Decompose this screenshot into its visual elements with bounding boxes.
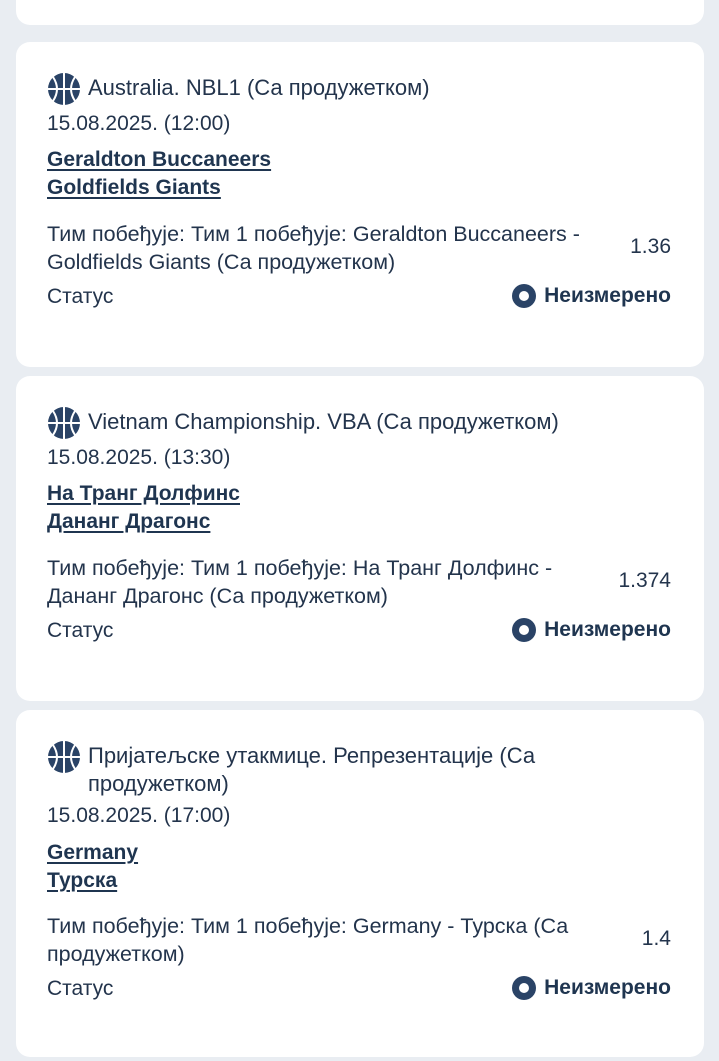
team-1-link[interactable]: Geraldton Buccaneers bbox=[47, 148, 271, 172]
bet-card: Vietnam Championship. VBA (Са продужетко… bbox=[16, 376, 704, 701]
status-label: Статус bbox=[47, 977, 114, 1000]
pending-circle-icon bbox=[512, 618, 537, 642]
league-name: Vietnam Championship. VBA (Са продужетко… bbox=[88, 409, 559, 434]
league-name: Australia. NBL1 (Са продужетком) bbox=[88, 75, 430, 100]
team-1-link[interactable]: На Транг Долфинс bbox=[47, 482, 240, 506]
league-name: Пријатељске утакмице. Репрезентације (Са… bbox=[88, 743, 536, 796]
pending-circle-icon bbox=[512, 976, 537, 1000]
status-value: Неизмерено bbox=[512, 618, 671, 642]
basketball-icon bbox=[48, 73, 80, 105]
previous-bet-card bbox=[16, 0, 704, 25]
market-description: Тим побеђује: Тим 1 побеђује: На Транг Д… bbox=[47, 556, 553, 608]
team-1-link[interactable]: Germany bbox=[47, 841, 138, 865]
status-text: Неизмерено bbox=[544, 976, 671, 999]
match-datetime: 15.08.2025. (12:00) bbox=[47, 112, 231, 135]
basketball-icon bbox=[48, 407, 80, 439]
match-datetime: 15.08.2025. (17:00) bbox=[47, 804, 231, 827]
status-text: Неизмерено bbox=[544, 284, 671, 307]
market-description: Тим побеђује: Тим 1 побеђује: Germany - … bbox=[47, 914, 569, 966]
status-value: Неизмерено bbox=[512, 976, 671, 1000]
team-2-link[interactable]: Дананг Драгонс bbox=[47, 510, 210, 534]
basketball-icon bbox=[48, 741, 80, 773]
league-row: Пријатељске утакмице. Репрезентације (Са… bbox=[47, 740, 684, 798]
odd-value: 1.36 bbox=[630, 235, 671, 258]
team-2-link[interactable]: Goldfields Giants bbox=[47, 176, 221, 200]
pending-circle-icon bbox=[512, 284, 537, 308]
odd-value: 1.374 bbox=[618, 569, 671, 592]
match-datetime: 15.08.2025. (13:30) bbox=[47, 446, 231, 469]
status-label: Статус bbox=[47, 619, 114, 642]
league-row: Vietnam Championship. VBA (Са продужетко… bbox=[47, 406, 684, 440]
bet-card: Australia. NBL1 (Са продужетком) 15.08.2… bbox=[16, 42, 704, 367]
status-text: Неизмерено bbox=[544, 618, 671, 641]
team-2-link[interactable]: Турска bbox=[47, 869, 117, 893]
bet-card: Пријатељске утакмице. Репрезентације (Са… bbox=[16, 710, 704, 1057]
odd-value: 1.4 bbox=[641, 927, 671, 950]
league-row: Australia. NBL1 (Са продужетком) bbox=[47, 72, 684, 106]
market-description: Тим побеђује: Тим 1 побеђује: Geraldton … bbox=[47, 222, 580, 274]
status-value: Неизмерено bbox=[512, 284, 671, 308]
status-label: Статус bbox=[47, 285, 114, 308]
